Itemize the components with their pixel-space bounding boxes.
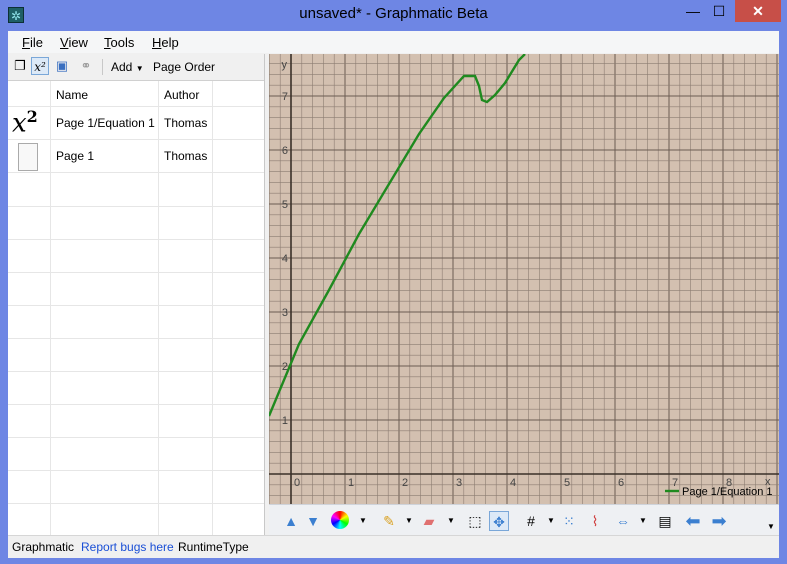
chevron-down-icon[interactable]: ▼ bbox=[541, 511, 561, 531]
chevron-down-icon[interactable]: ▼ bbox=[399, 511, 419, 531]
equation-icon: x2 bbox=[12, 107, 38, 139]
menu-help[interactable]: Help bbox=[152, 35, 179, 50]
menu-file[interactable]: File bbox=[22, 35, 43, 50]
chevron-down-icon[interactable]: ▼ bbox=[441, 511, 461, 531]
status-bar: Graphmatic Report bugs here RuntimeType bbox=[8, 535, 779, 558]
scatter-icon[interactable]: ⁙ bbox=[559, 511, 579, 531]
row-divider bbox=[8, 470, 264, 471]
menu-tools[interactable]: Tools bbox=[104, 35, 134, 50]
row-name: Page 1 bbox=[56, 149, 95, 163]
row-divider bbox=[8, 272, 264, 273]
page-view-icon[interactable]: ❐ bbox=[11, 57, 29, 75]
document-tree-pane: ❐ x² ▣ ⚭ Add ▼ Page Order Name Author x2… bbox=[8, 54, 265, 535]
x-tick-label: 4 bbox=[510, 477, 516, 489]
tree-icon[interactable]: ⚭ bbox=[77, 57, 95, 75]
menu-view[interactable]: View bbox=[60, 35, 88, 50]
row-author: Thomas bbox=[164, 116, 208, 130]
overflow-icon[interactable]: ▼ bbox=[761, 517, 781, 537]
eraser-icon[interactable]: ▰ bbox=[419, 511, 439, 531]
graph-canvas[interactable]: 0 1 2 3 4 5 6 7 81234567xyPage 1/Equation 1 bbox=[269, 54, 779, 504]
export-icon[interactable]: ▤ bbox=[655, 511, 675, 531]
chevron-down-icon[interactable]: ▼ bbox=[633, 511, 653, 531]
row-author: Thomas bbox=[164, 149, 208, 163]
row-divider bbox=[8, 206, 264, 207]
left-toolbar: ❐ x² ▣ ⚭ Add ▼ Page Order bbox=[8, 54, 264, 81]
plot-icon[interactable]: ⌇ bbox=[585, 511, 605, 531]
move-down-icon[interactable]: ▼ bbox=[303, 511, 323, 531]
page-order-button[interactable]: Page Order bbox=[153, 60, 215, 74]
status-runtime: RuntimeType bbox=[178, 540, 249, 554]
select-rect-icon[interactable]: ⬚ bbox=[465, 511, 485, 531]
pan-icon[interactable]: ✥ bbox=[489, 511, 509, 531]
y-tick-label: 5 bbox=[282, 199, 288, 211]
table-row[interactable]: Page 1 Thomas bbox=[8, 140, 264, 173]
x-tick-label: 7 bbox=[672, 477, 678, 489]
app-window: ✲ unsaved* - Graphmatic Beta — ☐ ✕ File … bbox=[0, 0, 787, 564]
layers-icon[interactable]: ▣ bbox=[53, 57, 71, 75]
row-divider bbox=[8, 239, 264, 240]
pencil-icon[interactable]: ✎ bbox=[379, 511, 399, 531]
legend-label: Page 1/Equation 1 bbox=[682, 486, 773, 498]
equation-view-icon[interactable]: x² bbox=[31, 57, 49, 75]
y-tick-label: 7 bbox=[282, 91, 288, 103]
move-up-icon[interactable]: ▲ bbox=[281, 511, 301, 531]
row-divider bbox=[8, 371, 264, 372]
x-tick-label: 0 bbox=[294, 477, 300, 489]
toolbar-separator bbox=[102, 59, 103, 75]
y-tick-label: 1 bbox=[282, 415, 288, 427]
header-name[interactable]: Name bbox=[56, 88, 88, 102]
maximize-button[interactable]: ☐ bbox=[706, 0, 732, 22]
title-bar[interactable]: ✲ unsaved* - Graphmatic Beta — ☐ ✕ bbox=[0, 0, 787, 30]
row-divider bbox=[8, 503, 264, 504]
resize-icon[interactable]: ⇔ bbox=[613, 511, 633, 531]
row-divider bbox=[8, 305, 264, 306]
row-divider bbox=[8, 437, 264, 438]
x-tick-label: 3 bbox=[456, 477, 462, 489]
minimize-button[interactable]: — bbox=[680, 0, 706, 22]
x-tick-label: 6 bbox=[618, 477, 624, 489]
arrow-right-icon[interactable]: ➡ bbox=[709, 511, 729, 531]
row-divider bbox=[8, 404, 264, 405]
page-icon bbox=[18, 143, 38, 171]
close-button[interactable]: ✕ bbox=[735, 0, 781, 22]
window-title: unsaved* - Graphmatic Beta bbox=[299, 5, 488, 22]
y-tick-label: 6 bbox=[282, 145, 288, 157]
report-bugs-link[interactable]: Report bugs here bbox=[81, 540, 174, 554]
menu-bar: File View Tools Help bbox=[8, 31, 779, 53]
arrow-left-icon[interactable]: ⬅ bbox=[683, 511, 703, 531]
document-table: Name Author x2 Page 1/Equation 1 Thomas … bbox=[8, 81, 264, 535]
color-wheel-icon[interactable] bbox=[331, 511, 351, 531]
row-name: Page 1/Equation 1 bbox=[56, 116, 155, 130]
graph-toolbar: ▲ ▼ ▼ ✎ ▼ ▰ ▼ ⬚ ✥ # ▼ ⁙ ⌇ ⇔ ▼ ▤ ⬅ ➡ ▼ bbox=[269, 504, 779, 536]
table-row[interactable]: x2 Page 1/Equation 1 Thomas bbox=[8, 107, 264, 140]
chevron-down-icon[interactable]: ▼ bbox=[353, 511, 373, 531]
x-tick-label: 1 bbox=[348, 477, 354, 489]
header-author[interactable]: Author bbox=[164, 88, 199, 102]
add-button[interactable]: Add ▼ bbox=[111, 60, 144, 74]
y-tick-label: 3 bbox=[282, 307, 288, 319]
row-divider bbox=[8, 338, 264, 339]
y-tick-label: 4 bbox=[282, 253, 288, 265]
x-tick-label: 5 bbox=[564, 477, 570, 489]
x-tick-label: 2 bbox=[402, 477, 408, 489]
main-area: File View Tools Help ❐ x² ▣ ⚭ Add ▼ Page… bbox=[8, 31, 779, 558]
status-app: Graphmatic bbox=[12, 540, 75, 554]
y-axis-label: y bbox=[282, 59, 288, 71]
grid-icon[interactable]: # bbox=[521, 511, 541, 531]
